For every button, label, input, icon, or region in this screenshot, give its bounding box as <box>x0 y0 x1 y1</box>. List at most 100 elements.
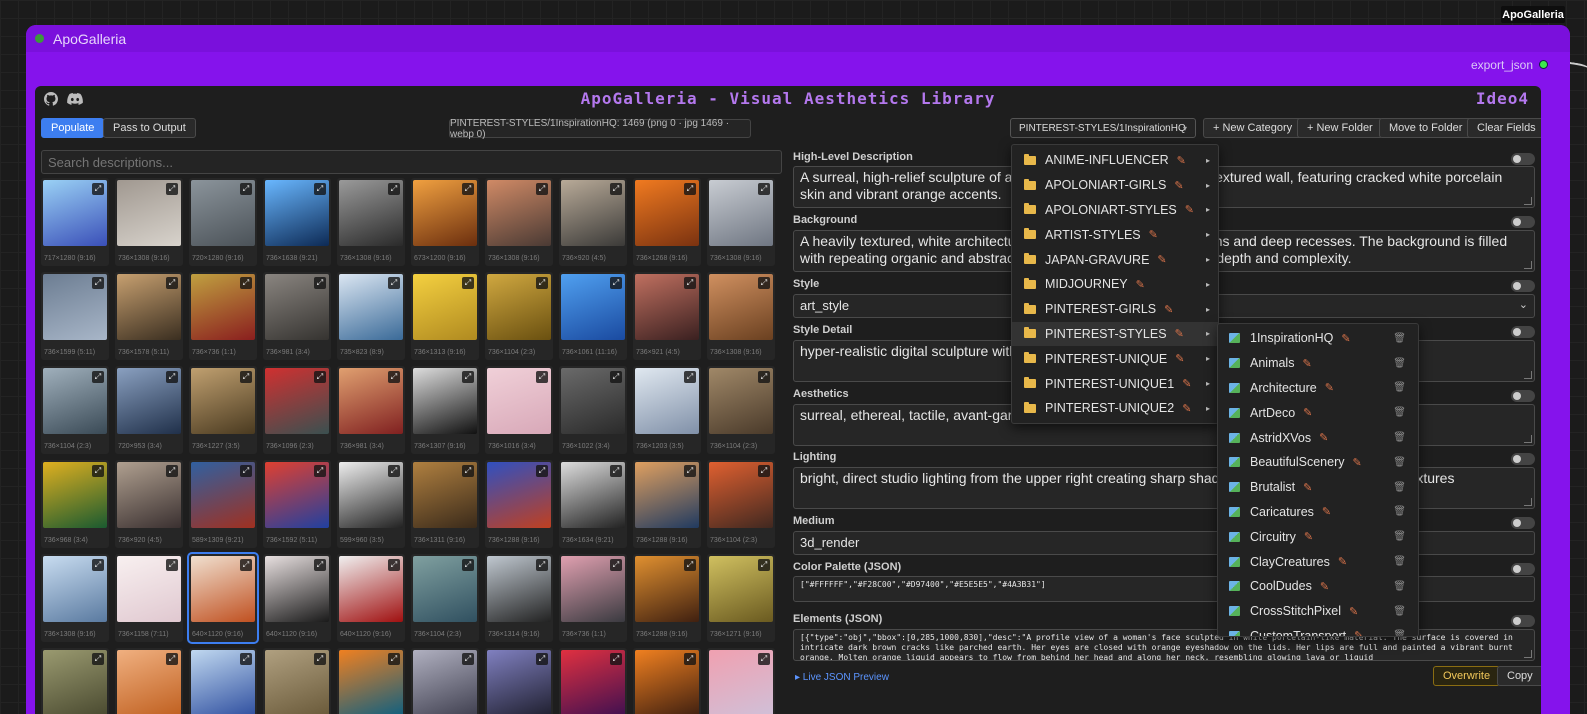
subfolder-menu-item[interactable]: 1InspirationHQ ✎ 🗑 <box>1218 326 1418 351</box>
expand-icon[interactable]: ⤢ <box>610 371 622 383</box>
gallery-thumbnail[interactable]: ⤢ <box>485 648 553 714</box>
expand-icon[interactable]: ⤢ <box>314 559 326 571</box>
pencil-icon[interactable]: ✎ <box>1349 605 1358 618</box>
category-menu-item[interactable]: APOLONIART-STYLES ✎ ▸ <box>1012 198 1218 223</box>
expand-icon[interactable]: ⤢ <box>758 371 770 383</box>
expand-icon[interactable]: ⤢ <box>314 277 326 289</box>
pencil-icon[interactable]: ✎ <box>1177 154 1186 167</box>
expand-icon[interactable]: ⤢ <box>610 465 622 477</box>
gallery-thumbnail[interactable]: ⤢ 640×1120 (9:16) <box>337 554 405 642</box>
expand-icon[interactable]: ⤢ <box>388 183 400 195</box>
trash-icon[interactable]: 🗑 <box>1393 382 1406 393</box>
gallery-thumbnail[interactable]: ⤢ 736×1022 (3:4) <box>559 366 627 454</box>
category-menu-item[interactable]: APOLONIART-GIRLS ✎ ▸ <box>1012 173 1218 198</box>
gallery-thumbnail[interactable]: ⤢ 736×1288 (9:16) <box>633 554 701 642</box>
search-input[interactable] <box>41 150 782 174</box>
trash-icon[interactable]: 🗑 <box>1393 531 1406 542</box>
gallery-thumbnail[interactable]: ⤢ 720×1280 (9:16) <box>189 178 257 266</box>
gallery-thumbnail[interactable]: ⤢ 736×736 (1:1) <box>189 272 257 360</box>
expand-icon[interactable]: ⤢ <box>684 183 696 195</box>
expand-icon[interactable]: ⤢ <box>758 183 770 195</box>
gallery-thumbnail[interactable]: ⤢ <box>263 648 331 714</box>
expand-icon[interactable]: ⤢ <box>758 465 770 477</box>
expand-icon[interactable]: ⤢ <box>462 183 474 195</box>
expand-icon[interactable]: ⤢ <box>388 277 400 289</box>
gallery-thumbnail[interactable]: ⤢ 736×1308 (9:16) <box>485 178 553 266</box>
trash-icon[interactable]: 🗑 <box>1393 432 1406 443</box>
elements-toggle[interactable] <box>1511 615 1535 627</box>
category-menu-item[interactable]: PINTEREST-STYLES ✎ ▸ <box>1012 321 1218 347</box>
category-select[interactable]: PINTEREST-STYLES/1InspirationHQ ▾ <box>1010 118 1196 138</box>
gallery-thumbnail[interactable]: ⤢ 736×1311 (9:16) <box>411 460 479 548</box>
copy-button[interactable]: Copy <box>1497 666 1541 686</box>
palette-field[interactable]: ["#FFFFFF","#F28C00","#D97400","#E5E5E5"… <box>793 576 1535 602</box>
subfolder-menu-item[interactable]: ClayCreatures ✎ 🗑 <box>1218 549 1418 574</box>
gallery-thumbnail[interactable]: ⤢ 736×1227 (3:5) <box>189 366 257 454</box>
gallery-thumbnail[interactable]: ⤢ 736×920 (4:5) <box>115 460 183 548</box>
expand-icon[interactable]: ⤢ <box>462 371 474 383</box>
category-menu-item[interactable]: MIDJOURNEY ✎ ▸ <box>1012 272 1218 297</box>
subfolder-menu-item[interactable]: CoolDudes ✎ 🗑 <box>1218 574 1418 599</box>
pencil-icon[interactable]: ✎ <box>1136 278 1145 291</box>
expand-icon[interactable]: ⤢ <box>314 653 326 665</box>
trash-icon[interactable]: 🗑 <box>1393 407 1406 418</box>
gallery-thumbnail[interactable]: ⤢ <box>337 648 405 714</box>
pencil-icon[interactable]: ✎ <box>1174 179 1183 192</box>
expand-icon[interactable]: ⤢ <box>92 277 104 289</box>
pencil-icon[interactable]: ✎ <box>1182 402 1191 415</box>
expand-icon[interactable]: ⤢ <box>388 559 400 571</box>
gallery-thumbnail[interactable]: ⤢ <box>41 648 109 714</box>
subfolder-menu-item[interactable]: ArtDeco ✎ 🗑 <box>1218 400 1418 425</box>
category-menu-item[interactable]: PINTEREST-UNIQUE1 ✎ ▸ <box>1012 371 1218 396</box>
expand-icon[interactable]: ⤢ <box>610 653 622 665</box>
pencil-icon[interactable]: ✎ <box>1164 303 1173 316</box>
gallery-thumbnail[interactable]: ⤢ 736×1578 (5:11) <box>115 272 183 360</box>
expand-icon[interactable]: ⤢ <box>92 465 104 477</box>
pencil-icon[interactable]: ✎ <box>1182 377 1191 390</box>
gallery-thumbnail[interactable]: ⤢ 736×1592 (5:11) <box>263 460 331 548</box>
pencil-icon[interactable]: ✎ <box>1149 228 1158 241</box>
resize-grip-icon[interactable] <box>1524 197 1532 205</box>
expand-icon[interactable]: ⤢ <box>166 653 178 665</box>
gallery-thumbnail[interactable]: ⤢ 736×1308 (9:16) <box>707 272 775 360</box>
gallery-thumbnail[interactable]: ⤢ 673×1200 (9:16) <box>411 178 479 266</box>
gallery-thumbnail[interactable]: ⤢ 736×1104 (2:3) <box>707 460 775 548</box>
style-detail-toggle[interactable] <box>1511 326 1535 338</box>
resize-grip-icon[interactable] <box>1524 371 1532 379</box>
expand-icon[interactable]: ⤢ <box>536 183 548 195</box>
expand-icon[interactable]: ⤢ <box>758 559 770 571</box>
expand-icon[interactable]: ⤢ <box>166 465 178 477</box>
subfolder-menu-item[interactable]: AstridXVos ✎ 🗑 <box>1218 425 1418 450</box>
subfolder-menu-item[interactable]: Architecture ✎ 🗑 <box>1218 376 1418 401</box>
pencil-icon[interactable]: ✎ <box>1338 555 1347 568</box>
clear-fields-button[interactable]: Clear Fields <box>1467 118 1541 138</box>
gallery-thumbnail[interactable]: ⤢ 736×1634 (9:21) <box>559 460 627 548</box>
gallery-thumbnail[interactable]: ⤢ 736×1638 (9:21) <box>263 178 331 266</box>
expand-icon[interactable]: ⤢ <box>536 465 548 477</box>
trash-icon[interactable]: 🗑 <box>1393 506 1406 517</box>
populate-button[interactable]: Populate <box>41 118 105 138</box>
expand-icon[interactable]: ⤢ <box>388 465 400 477</box>
background-toggle[interactable] <box>1511 216 1535 228</box>
trash-icon[interactable]: 🗑 <box>1393 482 1406 493</box>
trash-icon[interactable]: 🗑 <box>1393 606 1406 617</box>
gallery-thumbnail[interactable]: ⤢ <box>559 648 627 714</box>
gallery-thumbnail[interactable]: ⤢ 736×1288 (9:16) <box>485 460 553 548</box>
pass-to-output-button[interactable]: Pass to Output <box>103 118 196 138</box>
pencil-icon[interactable]: ✎ <box>1303 406 1312 419</box>
subfolder-menu-item[interactable]: BeautifulScenery ✎ 🗑 <box>1218 450 1418 475</box>
live-json-preview-link[interactable]: ▸ Live JSON Preview <box>795 672 889 696</box>
move-to-folder-button[interactable]: Move to Folder <box>1379 118 1473 138</box>
expand-icon[interactable]: ⤢ <box>684 277 696 289</box>
expand-icon[interactable]: ⤢ <box>610 277 622 289</box>
expand-icon[interactable]: ⤢ <box>240 653 252 665</box>
gallery-thumbnail[interactable]: ⤢ 640×1120 (9:16) <box>187 552 259 644</box>
pencil-icon[interactable]: ✎ <box>1325 381 1334 394</box>
expand-icon[interactable]: ⤢ <box>388 371 400 383</box>
expand-icon[interactable]: ⤢ <box>684 465 696 477</box>
gallery-thumbnail[interactable]: ⤢ 736×981 (3:4) <box>337 366 405 454</box>
gallery-thumbnail[interactable]: ⤢ <box>115 648 183 714</box>
pencil-icon[interactable]: ✎ <box>1319 431 1328 444</box>
gallery-thumbnail[interactable]: ⤢ 736×1016 (3:4) <box>485 366 553 454</box>
expand-icon[interactable]: ⤢ <box>314 183 326 195</box>
